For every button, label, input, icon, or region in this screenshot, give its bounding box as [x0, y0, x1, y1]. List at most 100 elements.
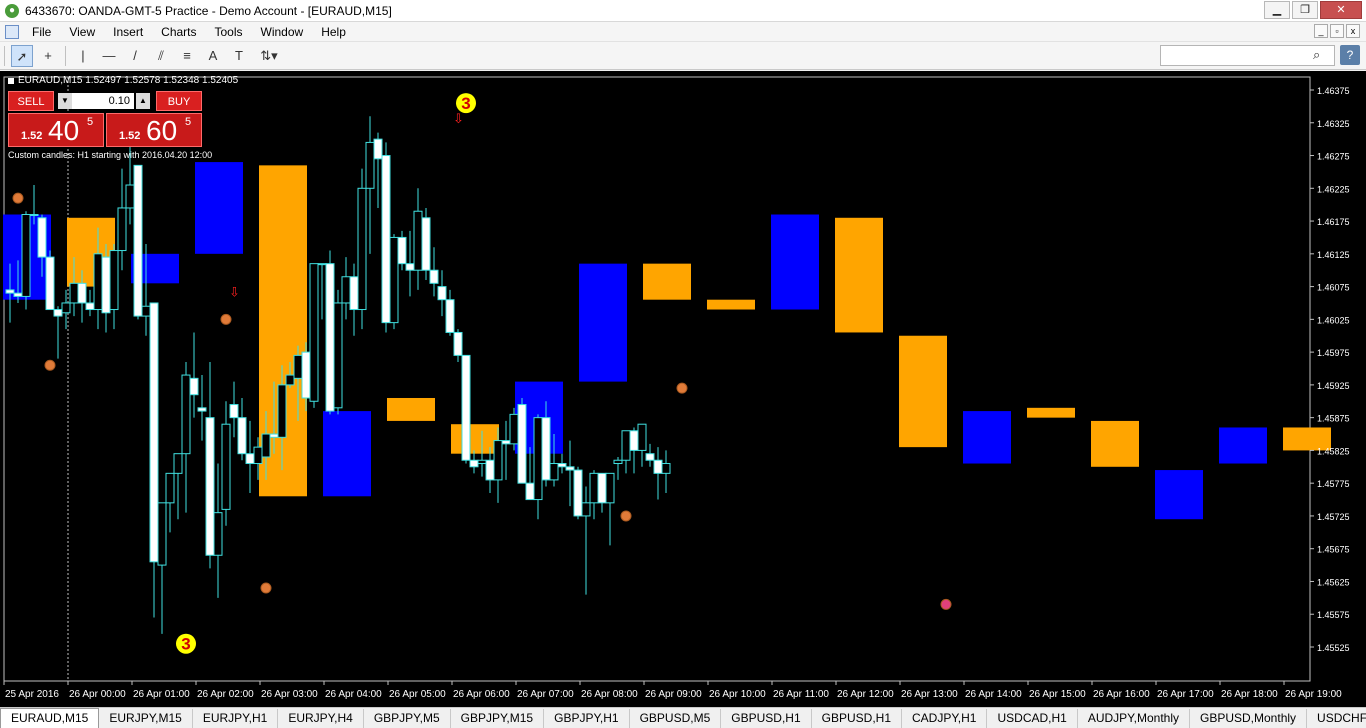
candle-body	[125, 184, 135, 209]
y-tick-label: 1.46175	[1317, 217, 1350, 227]
text-icon[interactable]: A	[202, 45, 224, 67]
sell-button[interactable]: SELL	[8, 91, 54, 111]
signal-dot	[44, 359, 56, 371]
chart-tab[interactable]: USDCAD,H1	[987, 709, 1078, 728]
x-tick-label: 26 Apr 08:00	[581, 689, 638, 700]
candle-body	[453, 331, 463, 356]
candle-body	[117, 207, 127, 252]
price-chart[interactable]: ⇩⇩3331.463751.463251.462751.462251.46175…	[0, 71, 1366, 707]
fibonacci-icon[interactable]: ≡	[176, 45, 198, 67]
candle-body	[5, 289, 15, 294]
y-tick-label: 1.46275	[1317, 152, 1350, 162]
candle-body	[341, 276, 351, 304]
sell-price-button[interactable]: 1.52 40 5	[8, 113, 104, 147]
search-input[interactable]	[1160, 45, 1335, 66]
x-tick-label: 26 Apr 18:00	[1221, 689, 1278, 700]
arrows-icon[interactable]: ⇅▾	[254, 45, 284, 67]
sell-price-prefix: 1.52	[21, 130, 43, 142]
horizontal-line-icon[interactable]: —	[98, 45, 120, 67]
candle-body	[549, 463, 559, 481]
menu-tools[interactable]: Tools	[206, 25, 252, 39]
y-tick-label: 1.45575	[1317, 610, 1350, 620]
menu-view[interactable]: View	[60, 25, 104, 39]
h1-box	[899, 335, 947, 448]
candle-body	[109, 250, 119, 311]
mdi-minimize-button[interactable]: _	[1314, 24, 1328, 38]
candle-body	[613, 459, 623, 465]
close-button[interactable]: ✕	[1320, 1, 1362, 19]
text-label-icon[interactable]: T	[228, 45, 250, 67]
chart-tab[interactable]: GBPJPY,M5	[364, 709, 451, 728]
x-tick-label: 26 Apr 19:00	[1285, 689, 1342, 700]
candle-body	[53, 309, 63, 317]
menu-charts[interactable]: Charts	[152, 25, 205, 39]
mdi-controls: _ ▫ x	[1314, 24, 1360, 38]
channel-icon[interactable]: ⫽	[150, 45, 172, 67]
lot-increase-button[interactable]: ▲	[136, 93, 150, 109]
candle-body	[229, 404, 239, 419]
lot-decrease-button[interactable]: ▼	[58, 93, 72, 109]
h1-box	[1091, 420, 1139, 467]
chart-tab[interactable]: GBPJPY,H1	[544, 709, 630, 728]
candle-body	[357, 187, 367, 311]
lot-size-input[interactable]: 0.10	[72, 93, 134, 109]
toolbar-grip	[4, 45, 5, 66]
candle-body	[621, 430, 631, 461]
h1-box	[771, 214, 819, 310]
vertical-line-icon[interactable]: |	[72, 45, 94, 67]
search-icon[interactable]: ⌕	[1313, 47, 1329, 63]
candle-body	[397, 236, 407, 265]
chart-tab[interactable]: GBPUSD,H1	[721, 709, 812, 728]
chart-tab[interactable]: CADJPY,H1	[902, 709, 988, 728]
chart-menu-icon[interactable]	[8, 77, 14, 84]
buy-price-button[interactable]: 1.52 60 5	[106, 113, 202, 147]
x-tick-label: 25 Apr 2016	[5, 689, 59, 700]
h1-box	[1027, 407, 1075, 418]
menu-window[interactable]: Window	[252, 25, 313, 39]
y-tick-label: 1.45625	[1317, 577, 1350, 587]
h1-box	[1155, 470, 1203, 520]
chart-tab[interactable]: EURAUD,M15	[0, 708, 100, 728]
candle-body	[29, 214, 39, 217]
x-tick-label: 26 Apr 03:00	[261, 689, 318, 700]
chart-tabs: EURAUD,M15 EURJPY,M15 EURJPY,H1 EURJPY,H4 GB…	[0, 707, 1366, 728]
x-tick-label: 26 Apr 13:00	[901, 689, 958, 700]
h1-box	[1219, 427, 1267, 464]
candle-body	[77, 282, 87, 304]
chart-tab[interactable]: EURJPY,H1	[193, 709, 279, 728]
candle-body	[557, 463, 567, 468]
chart-tab[interactable]: GBPUSD,H1	[812, 709, 902, 728]
menu-insert[interactable]: Insert	[104, 25, 152, 39]
document-icon[interactable]	[5, 24, 19, 39]
chart-tab[interactable]: EURJPY,H4	[278, 709, 364, 728]
chart-tab[interactable]: GBPUSD,Monthly	[1190, 709, 1308, 728]
candle-body	[205, 417, 215, 556]
crosshair-icon[interactable]: +	[37, 45, 59, 67]
y-tick-label: 1.46225	[1317, 184, 1350, 194]
mdi-close-button[interactable]: x	[1346, 24, 1360, 38]
candle-body	[197, 407, 207, 412]
candle-body	[237, 417, 247, 455]
chart-tab[interactable]: USDCHF,M5	[1307, 709, 1366, 728]
buy-button[interactable]: BUY	[156, 91, 202, 111]
trendline-icon[interactable]: /	[124, 45, 146, 67]
cursor-icon[interactable]: ➚	[11, 44, 33, 67]
candle-body	[261, 433, 271, 458]
maximize-button[interactable]: ❐	[1292, 1, 1318, 19]
x-tick-label: 26 Apr 17:00	[1157, 689, 1214, 700]
chart-tab[interactable]: GBPJPY,M15	[451, 709, 545, 728]
chart-tab[interactable]: GBPUSD,M5	[630, 709, 722, 728]
mdi-restore-button[interactable]: ▫	[1330, 24, 1344, 38]
menu-help[interactable]: Help	[312, 25, 355, 39]
candle-body	[469, 459, 479, 468]
help-icon[interactable]: ?	[1340, 45, 1360, 65]
candle-body	[221, 423, 231, 510]
menu-file[interactable]: File	[23, 25, 60, 39]
window-title: 6433670: OANDA-GMT-5 Practice - Demo Acc…	[25, 3, 392, 18]
chart-tab[interactable]: EURJPY,M15	[99, 709, 193, 728]
chart-window[interactable]: ⇩⇩3331.463751.463251.462751.462251.46175…	[0, 71, 1366, 707]
x-tick-label: 26 Apr 02:00	[197, 689, 254, 700]
h1-box	[323, 411, 371, 497]
chart-tab[interactable]: AUDJPY,Monthly	[1078, 709, 1190, 728]
minimize-button[interactable]: ▁	[1264, 1, 1290, 19]
